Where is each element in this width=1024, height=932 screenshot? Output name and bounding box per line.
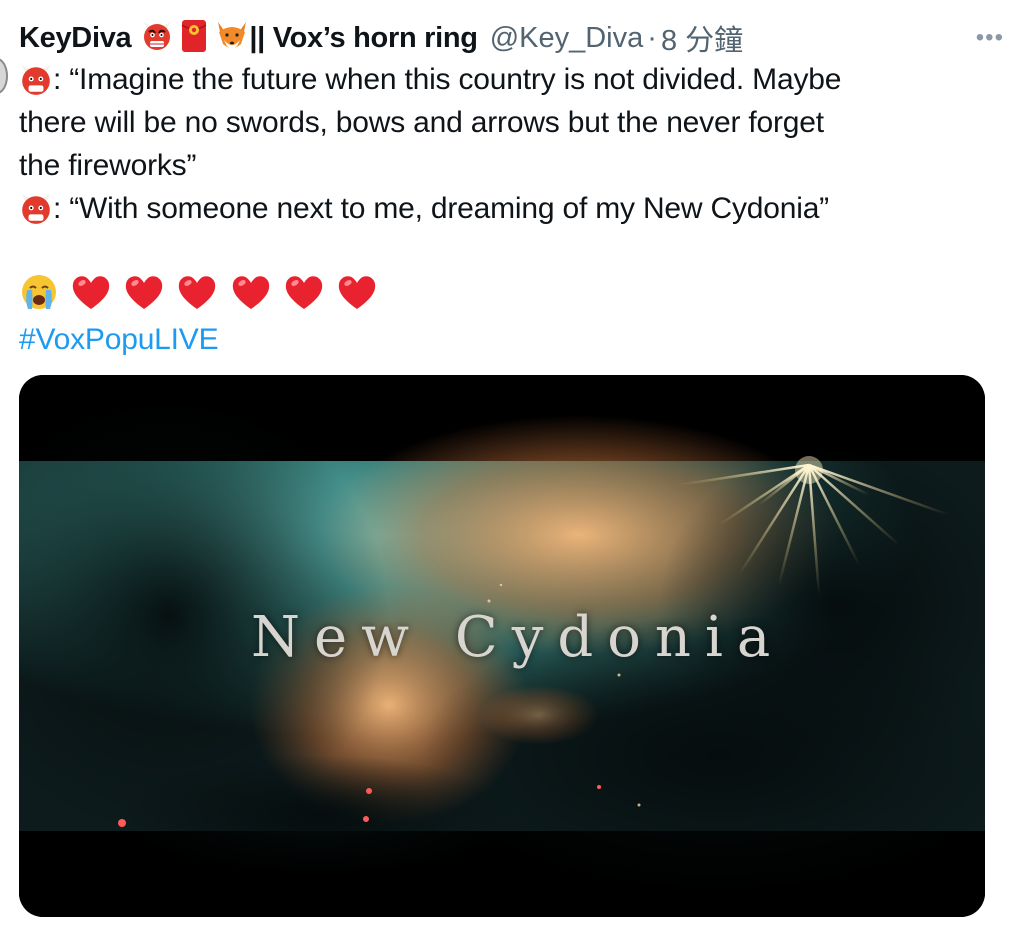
text-line-1: : “Imagine the future when this country …: [53, 63, 842, 96]
red-heart-icon: [230, 272, 272, 324]
avatar[interactable]: [0, 58, 8, 94]
more-options-button[interactable]: •••: [976, 26, 1004, 50]
separator-dot: ·: [647, 21, 657, 54]
hashtag-link[interactable]: #VoxPopuLIVE: [19, 318, 994, 361]
red-heart-icon: [70, 272, 112, 324]
crying-face-icon: [19, 272, 59, 324]
emoji-line: [19, 272, 994, 318]
tweet-text: : “Imagine the future when this country …: [19, 58, 994, 361]
text-line: : “With someone next to me, dreaming of …: [19, 187, 994, 230]
display-name-end[interactable]: || Vox’s horn ring: [249, 22, 478, 55]
display-name-start[interactable]: KeyDiva: [19, 22, 132, 55]
text-line-2: there will be no swords, bows and arrows…: [19, 106, 824, 139]
tweet-header: KeyDiva || Vox’s horn ring @Key_Diva · 8…: [19, 16, 1004, 60]
text-line-4: : “With someone next to me, dreaming of …: [53, 192, 829, 225]
ogre-icon: [19, 60, 53, 103]
ogre-icon: [141, 20, 173, 57]
red-envelope-icon: [181, 19, 207, 58]
red-heart-icon: [283, 272, 325, 324]
text-line-3: the fireworks”: [19, 149, 197, 182]
user-handle[interactable]: @Key_Diva: [490, 22, 644, 55]
timestamp[interactable]: 8 分鐘: [661, 17, 743, 59]
text-line: : “Imagine the future when this country …: [19, 58, 994, 101]
red-heart-icon: [176, 272, 218, 324]
video-media[interactable]: New Cydonia: [19, 375, 985, 917]
video-caption: New Cydonia: [251, 605, 785, 670]
red-heart-icon: [123, 272, 165, 324]
red-heart-icon: [336, 272, 378, 324]
fox-icon: [215, 20, 249, 57]
ogre-icon: [19, 189, 53, 232]
